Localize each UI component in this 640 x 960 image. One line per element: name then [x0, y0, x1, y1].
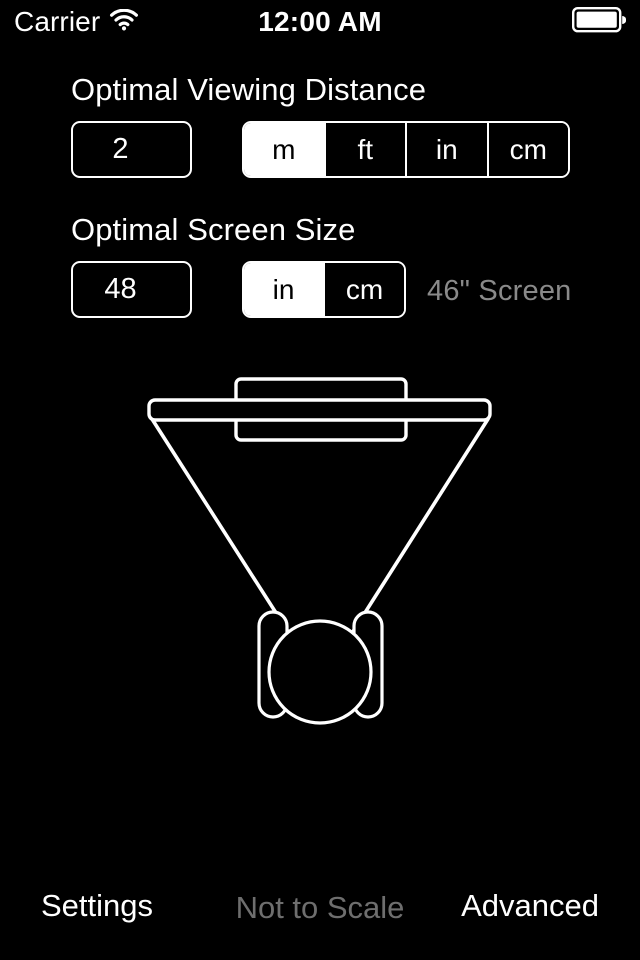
status-bar-right: [572, 0, 627, 44]
bottom-toolbar: Settings Not to Scale Advanced: [0, 868, 640, 960]
advanced-button[interactable]: Advanced: [461, 890, 599, 921]
segment-screen-in[interactable]: in: [244, 263, 323, 316]
segment-screen-cm[interactable]: cm: [323, 263, 404, 316]
viewing-angle-diagram: [0, 350, 640, 780]
viewing-angle-line-left: [150, 417, 296, 643]
segment-distance-cm[interactable]: cm: [486, 123, 568, 176]
screen-recommendation-label: 46" Screen: [427, 275, 572, 307]
clock-label: 12:00 AM: [258, 6, 382, 37]
viewing-distance-unit-segmented-control[interactable]: m ft in cm: [242, 121, 570, 178]
tv-stand-bar: [147, 398, 492, 422]
status-bar-time: 12:00 AM: [0, 0, 640, 44]
viewing-distance-input[interactable]: [71, 121, 192, 178]
segment-distance-m[interactable]: m: [244, 123, 324, 176]
segment-distance-ft[interactable]: ft: [323, 123, 405, 176]
optimal-screen-size-heading: Optimal Screen Size: [71, 212, 356, 247]
battery-full-icon: [572, 6, 627, 38]
screen-size-unit-segmented-control[interactable]: in cm: [242, 261, 406, 318]
status-bar: Carrier 12:00 AM: [0, 0, 640, 44]
viewing-angle-line-right: [345, 417, 490, 643]
segment-distance-in[interactable]: in: [405, 123, 487, 176]
screen-size-input[interactable]: [71, 261, 192, 318]
viewer-head: [267, 619, 373, 725]
optimal-viewing-distance-heading: Optimal Viewing Distance: [71, 72, 427, 107]
